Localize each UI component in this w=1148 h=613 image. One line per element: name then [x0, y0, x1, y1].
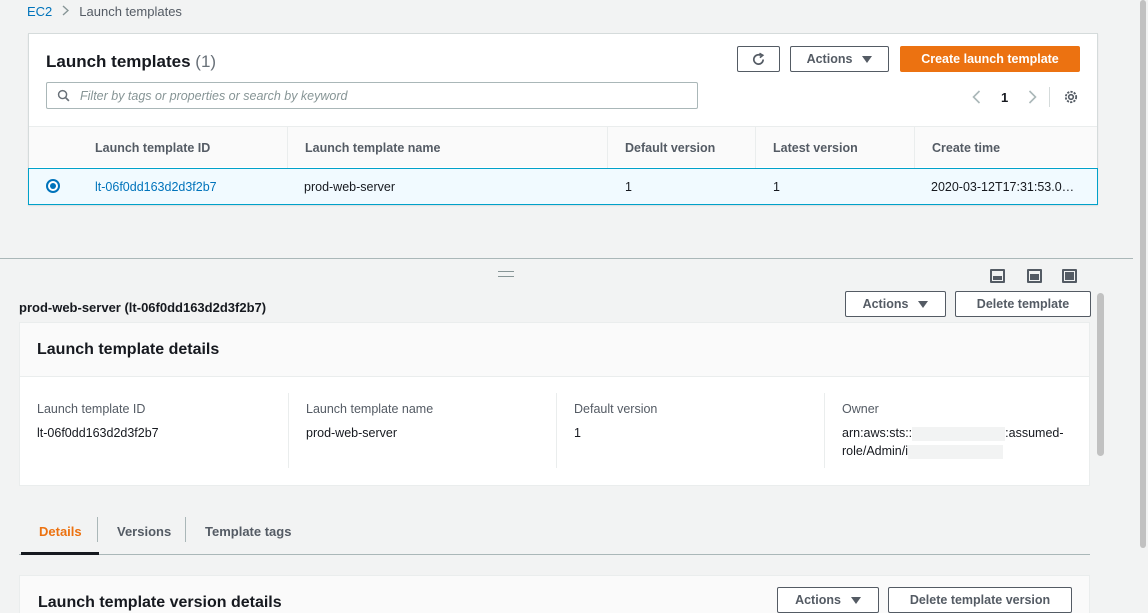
- owner-arn-role: role/Admin/i: [842, 444, 908, 458]
- split-full-icon[interactable]: [1062, 269, 1077, 283]
- field-default-version: Default version 1: [556, 393, 824, 468]
- redacted-block: [912, 427, 1005, 441]
- field-owner: Owner arn:aws:sts:::assumed- role/Admin/…: [824, 393, 1090, 468]
- chevron-left-icon: [972, 90, 981, 104]
- breadcrumb-current: Launch templates: [79, 4, 182, 19]
- row-template-name: prod-web-server: [304, 169, 395, 204]
- create-launch-template-button[interactable]: Create launch template: [900, 46, 1080, 72]
- details-card-header: Launch template details: [20, 323, 1089, 377]
- refresh-button[interactable]: [737, 46, 780, 72]
- row-default-version: 1: [625, 169, 632, 204]
- tab-template-tags[interactable]: Template tags: [205, 508, 291, 555]
- detail-tabs: Details Versions Template tags: [19, 508, 1090, 555]
- detail-title: prod-web-server (lt-06f0dd163d2d3f2b7): [19, 300, 266, 315]
- version-actions-button[interactable]: Actions: [777, 587, 879, 613]
- field-label: Launch template ID: [37, 402, 145, 416]
- panel-title-text: Launch templates: [46, 52, 191, 71]
- launch-template-details-card: Launch template details Launch template …: [19, 322, 1090, 486]
- column-header-name[interactable]: Launch template name: [287, 127, 607, 168]
- panel-title: Launch templates (1): [46, 52, 216, 72]
- pager-divider: [1049, 87, 1050, 107]
- field-value: lt-06f0dd163d2d3f2b7: [37, 424, 277, 442]
- active-tab-indicator: [21, 552, 99, 555]
- field-label: Launch template name: [306, 402, 433, 416]
- details-card-title: Launch template details: [37, 341, 219, 359]
- actions-button-label: Actions: [807, 52, 853, 66]
- split-mid-icon[interactable]: [1027, 269, 1042, 283]
- breadcrumb-ec2-link[interactable]: EC2: [27, 4, 52, 19]
- column-header-default-version[interactable]: Default version: [607, 127, 755, 168]
- column-header-create-time[interactable]: Create time: [914, 127, 1097, 168]
- tab-details[interactable]: Details: [39, 508, 82, 555]
- caret-down-icon: [851, 597, 861, 604]
- breadcrumb: EC2 Launch templates: [27, 3, 182, 19]
- row-radio-button[interactable]: [46, 179, 60, 193]
- pagination: 1: [967, 86, 1097, 108]
- row-template-id-link[interactable]: lt-06f0dd163d2d3f2b7: [95, 169, 217, 204]
- search-box: [46, 82, 698, 109]
- actions-button[interactable]: Actions: [790, 46, 889, 72]
- owner-arn-prefix: arn:aws:sts::: [842, 426, 912, 440]
- field-label: Owner: [842, 402, 879, 416]
- detail-actions-label: Actions: [863, 297, 909, 311]
- field-template-id: Launch template ID lt-06f0dd163d2d3f2b7: [20, 393, 288, 468]
- tab-divider: [97, 517, 98, 542]
- detail-actions-button[interactable]: Actions: [845, 291, 946, 317]
- field-template-name: Launch template name prod-web-server: [288, 393, 556, 468]
- gear-icon: [1063, 89, 1079, 105]
- search-input[interactable]: [78, 88, 658, 104]
- preferences-button[interactable]: [1062, 87, 1080, 107]
- page-number[interactable]: 1: [1001, 90, 1008, 105]
- split-bottom-icon[interactable]: [990, 269, 1005, 283]
- split-panel-divider[interactable]: [0, 258, 1133, 259]
- table-header: Launch template ID Launch template name …: [29, 126, 1097, 167]
- row-latest-version: 1: [773, 169, 780, 204]
- drag-handle-icon[interactable]: [498, 271, 514, 277]
- search-icon: [57, 89, 70, 102]
- row-create-time: 2020-03-12T17:31:53.0…: [931, 169, 1074, 204]
- version-details-title: Launch template version details: [38, 594, 282, 612]
- field-label: Default version: [574, 402, 657, 416]
- field-value: prod-web-server: [306, 424, 546, 442]
- version-actions-label: Actions: [795, 593, 841, 607]
- next-page-button[interactable]: [1023, 87, 1041, 107]
- detail-scrollbar[interactable]: [1097, 293, 1104, 456]
- column-header-latest-version[interactable]: Latest version: [755, 127, 914, 168]
- caret-down-icon: [918, 301, 928, 308]
- table-row[interactable]: lt-06f0dd163d2d3f2b7 prod-web-server 1 1…: [28, 168, 1098, 205]
- tab-versions[interactable]: Versions: [117, 508, 171, 555]
- panel-title-count: (1): [195, 52, 216, 71]
- delete-template-button[interactable]: Delete template: [955, 291, 1091, 317]
- page-scrollbar[interactable]: [1140, 0, 1146, 548]
- previous-page-button[interactable]: [967, 87, 985, 107]
- owner-arn-suffix: :assumed-: [1005, 426, 1063, 440]
- delete-template-version-button[interactable]: Delete template version: [888, 587, 1072, 613]
- column-header-id[interactable]: Launch template ID: [78, 127, 287, 168]
- chevron-right-icon: [62, 4, 69, 19]
- tab-divider: [185, 517, 186, 542]
- chevron-right-icon: [1028, 90, 1037, 104]
- redacted-block: [908, 445, 1003, 459]
- field-value: 1: [574, 424, 814, 442]
- refresh-icon: [751, 52, 766, 67]
- caret-down-icon: [862, 56, 872, 63]
- field-value: arn:aws:sts:::assumed- role/Admin/i: [842, 424, 1082, 460]
- launch-templates-panel: Launch templates (1) Actions Create laun…: [28, 33, 1098, 205]
